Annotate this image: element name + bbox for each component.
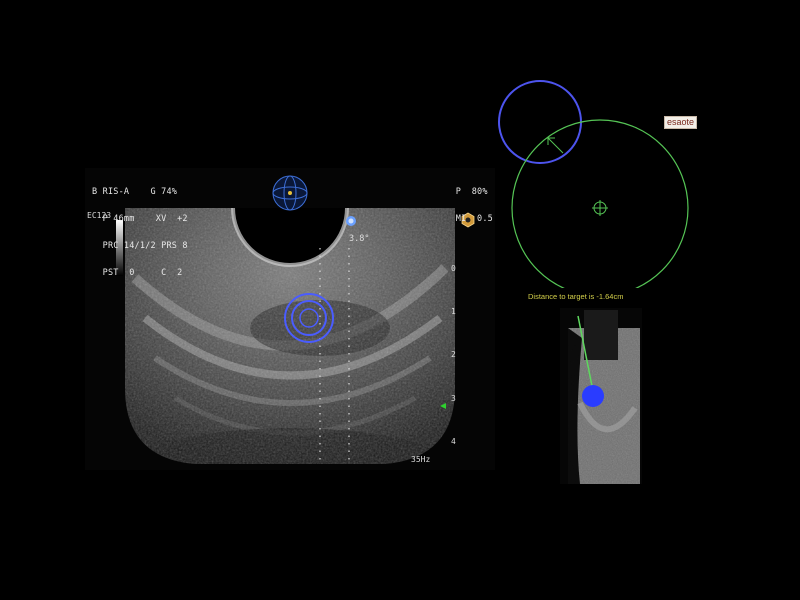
param-line: B RIS-A G 74%: [92, 187, 178, 197]
param-line: MI 0.5: [455, 214, 493, 224]
depth-scale-mark: 2: [451, 350, 456, 359]
frame-rate-label: 35Hz: [411, 455, 431, 464]
distance-to-target-label: Distance to target is -1.64cm: [528, 292, 624, 301]
acquisition-parameters: B RIS-A G 74% P 46mm XV +2 PRC 14/1/2 PR…: [92, 170, 188, 296]
angle-label: 3.8°: [349, 234, 370, 244]
power-parameters: P 80% MI 0.5: [456, 170, 493, 242]
depth-scale-mark: 4: [451, 437, 456, 446]
needle-sensor-icon: [346, 216, 356, 226]
direction-arrow-icon: [547, 137, 564, 154]
target-crosshair-icon: [592, 200, 608, 216]
depth-scale-mark: 3: [451, 394, 456, 403]
orientation-globe-icon: [272, 175, 308, 211]
param-line: PRC 14/1/2 PRS 8: [92, 241, 188, 251]
navigation-target-view: [498, 80, 689, 288]
needle-position-circle: [498, 80, 582, 164]
target-dot: [582, 385, 604, 407]
depth-scale-mark: 1: [451, 307, 456, 316]
thumbnail-image: [568, 310, 640, 484]
probe-label: EC123: [87, 211, 112, 220]
param-line: P 80%: [455, 187, 488, 197]
depth-scale-mark: 0: [451, 264, 456, 273]
ultrasound-image-panel: B RIS-A G 74% P 46mm XV +2 PRC 14/1/2 PR…: [85, 168, 495, 470]
brand-logo: esaote: [664, 116, 698, 129]
param-line: PST 0 C 2: [92, 268, 183, 278]
reference-image-thumbnail: [560, 308, 642, 484]
